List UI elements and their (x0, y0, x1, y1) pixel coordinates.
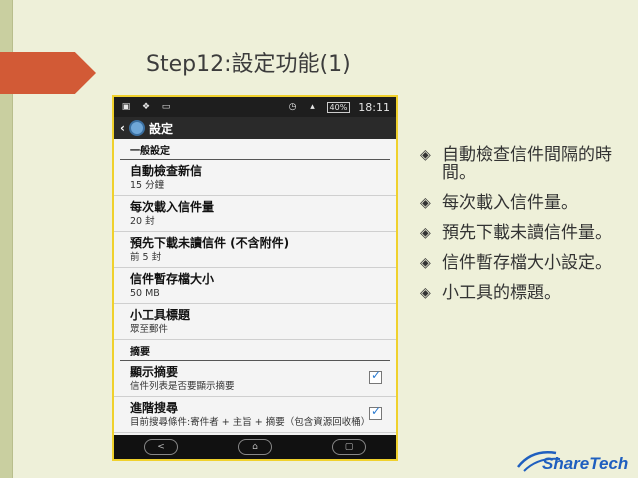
status-clock: 18:11 (358, 100, 390, 114)
pref-title: 顯示摘要 (130, 365, 179, 379)
pref-title: 信件暫存檔大小 (130, 272, 215, 286)
bullet-item: ◈ 小工具的標題。 (420, 284, 620, 302)
pref-title: 預先下載未讀信件 (不含附件) (130, 236, 290, 250)
pref-prefetch[interactable]: 預先下載未讀信件 (不含附件) 前 5 封 (114, 232, 396, 268)
pref-title: 自動檢查新信 (130, 164, 203, 178)
slide-title: Step12:設定功能(1) (146, 52, 351, 77)
settings-gear-icon (128, 120, 145, 136)
pref-summary: 50 MB (130, 288, 160, 299)
title-arrow-shape (0, 52, 96, 94)
pref-load-count[interactable]: 每次載入信件量 20 封 (114, 196, 396, 232)
section-header-summary: 摘要 (120, 340, 390, 361)
sharetech-logo: ShareTech (517, 451, 628, 473)
bullet-text: 每次載入信件量。 (442, 193, 578, 213)
bullet-text: 小工具的標題。 (442, 283, 561, 303)
pref-summary: 信件列表是否要顯示摘要 (130, 381, 235, 392)
pref-cache-size[interactable]: 信件暫存檔大小 50 MB (114, 268, 396, 304)
nav-recent-button[interactable]: ▢ (332, 439, 366, 455)
signal-icon: ▴ (310, 102, 315, 112)
bullet-text: 預先下載未讀信件量。 (442, 223, 612, 243)
bullet-diamond-icon: ◈ (420, 285, 431, 301)
alarm-icon: ◷ (288, 102, 297, 112)
pref-show-summary[interactable]: 顯示摘要 信件列表是否要顯示摘要 (114, 361, 396, 397)
nav-bar: < ⌂ ▢ (114, 435, 396, 459)
bullet-text: 自動檢查信件間隔的時間。 (442, 145, 612, 183)
advanced-search-checkbox[interactable] (369, 404, 382, 420)
nav-back-button[interactable]: < (144, 439, 178, 455)
bullet-item: ◈ 信件暫存檔大小設定。 (420, 254, 620, 272)
pref-title: 小工具標題 (130, 308, 191, 322)
pref-title: 進階搜尋 (130, 401, 179, 415)
settings-list: 一般設定 自動檢查新信 15 分鐘 每次載入信件量 20 封 預先下載未讀信件 … (114, 139, 396, 433)
battery-indicator: 40% (326, 101, 351, 113)
pref-summary: 前 5 封 (130, 252, 162, 263)
pref-summary: 15 分鐘 (130, 180, 165, 191)
bullet-item: ◈ 自動檢查信件間隔的時間。 (420, 146, 620, 182)
dropbox-icon: ❖ (141, 102, 151, 112)
bullet-item: ◈ 每次載入信件量。 (420, 194, 620, 212)
phone-screenshot: ▣ ❖ ▭ ◷ ▴ 40% 18:11 ‹ 設定 一般設定 自動檢查新信 15 … (112, 95, 398, 461)
action-bar: ‹ 設定 (114, 117, 396, 139)
pref-summary: 眾至郵件 (130, 324, 169, 335)
pref-widget-title[interactable]: 小工具標題 眾至郵件 (114, 304, 396, 340)
pref-auto-check[interactable]: 自動檢查新信 15 分鐘 (114, 160, 396, 196)
bullet-diamond-icon: ◈ (420, 255, 431, 271)
action-bar-title: 設定 (148, 121, 173, 136)
show-summary-checkbox[interactable] (369, 368, 382, 384)
bullet-list: ◈ 自動檢查信件間隔的時間。 ◈ 每次載入信件量。 ◈ 預先下載未讀信件量。 ◈… (420, 146, 620, 314)
pref-summary: 20 封 (130, 216, 155, 227)
bullet-diamond-icon: ◈ (420, 225, 431, 241)
notification-icon: ▣ (121, 102, 131, 112)
bullet-diamond-icon: ◈ (420, 147, 431, 163)
bullet-diamond-icon: ◈ (420, 195, 431, 211)
status-bar: ▣ ❖ ▭ ◷ ▴ 40% 18:11 (114, 97, 396, 117)
pref-advanced-search[interactable]: 進階搜尋 目前搜尋條件:寄件者 + 主旨 + 摘要（包含資源回收桶） (114, 397, 396, 433)
back-chevron-icon[interactable]: ‹ (120, 121, 125, 135)
pref-summary: 目前搜尋條件:寄件者 + 主旨 + 摘要（包含資源回收桶） (130, 417, 371, 428)
pref-title: 每次載入信件量 (130, 200, 215, 214)
image-icon: ▭ (161, 102, 171, 112)
nav-home-button[interactable]: ⌂ (238, 439, 272, 455)
logo-text: ShareTech (542, 454, 628, 473)
section-header-general: 一般設定 (120, 139, 390, 160)
bullet-text: 信件暫存檔大小設定。 (442, 253, 612, 273)
bullet-item: ◈ 預先下載未讀信件量。 (420, 224, 620, 242)
